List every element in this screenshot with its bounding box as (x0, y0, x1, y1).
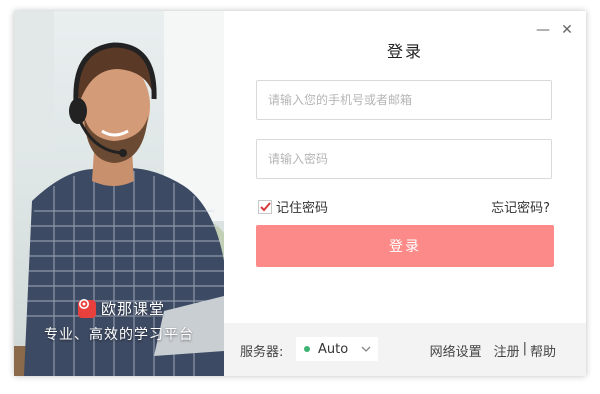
phone-email-input[interactable] (256, 80, 552, 120)
hero-image: 欧那课堂 专业、高效的学习平台 (14, 11, 224, 376)
checkmark-icon (260, 201, 271, 211)
brand: 欧那课堂 (78, 298, 165, 319)
chevron-down-icon (361, 346, 371, 352)
close-button[interactable]: ✕ (560, 23, 574, 37)
page-title: 登录 (386, 42, 423, 61)
help-link[interactable]: 帮助 (530, 341, 556, 360)
forgot-password-link[interactable]: 忘记密码? (491, 197, 550, 216)
checkbox-box[interactable] (258, 199, 272, 214)
footer-bar: 服务器: Auto 网络设置 注册 | 帮助 (224, 323, 586, 376)
minimize-button[interactable]: — (536, 23, 550, 37)
brand-name: 欧那课堂 (101, 300, 166, 318)
login-panel: — ✕ 登录 记住密码 忘记密码? 登录 服务器: Auto (224, 11, 586, 376)
register-link[interactable]: 注册 (494, 341, 520, 360)
remember-password-checkbox[interactable]: 记住密码 (258, 197, 328, 216)
remember-password-label: 记住密码 (276, 201, 329, 216)
login-window: 欧那课堂 专业、高效的学习平台 — ✕ 登录 记住密码 忘记密码? 登录 服务器… (14, 11, 586, 376)
hero-illustration (14, 11, 224, 376)
login-button[interactable]: 登录 (256, 225, 554, 267)
server-value: Auto (318, 341, 349, 357)
footer-links: 网络设置 注册 | 帮助 (430, 341, 556, 360)
link-separator: | (522, 341, 527, 356)
window-controls: — ✕ (536, 23, 574, 37)
network-settings-link[interactable]: 网络设置 (430, 341, 482, 360)
server-select[interactable]: Auto (296, 337, 378, 361)
password-input[interactable] (256, 139, 552, 179)
brand-slogan: 专业、高效的学习平台 (44, 327, 194, 343)
server-label: 服务器: (240, 345, 284, 360)
server-status-dot (304, 346, 310, 352)
brand-logo-icon (78, 299, 96, 318)
